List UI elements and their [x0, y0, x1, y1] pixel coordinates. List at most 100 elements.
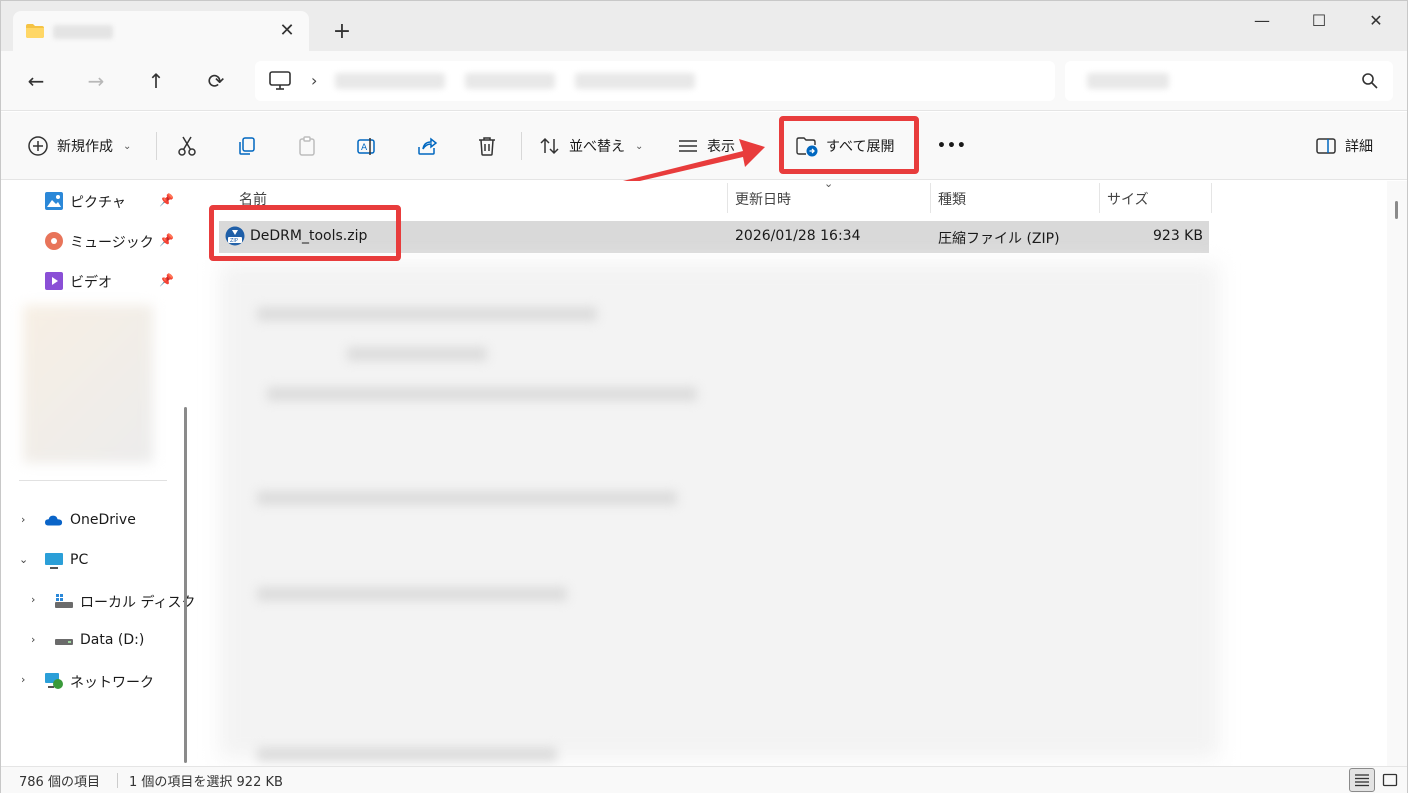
tab-close-button[interactable]: ✕ — [275, 19, 299, 43]
tiles-view-button[interactable] — [1377, 768, 1403, 792]
breadcrumb-redacted — [335, 73, 445, 89]
sidebar-divider — [19, 480, 167, 481]
redacted-row — [257, 587, 567, 601]
network-icon — [45, 673, 63, 689]
details-pane-button[interactable]: 詳細 — [1315, 132, 1373, 160]
details-label: 詳細 — [1345, 139, 1373, 155]
close-window-button[interactable]: ✕ — [1353, 7, 1399, 35]
view-list-icon — [679, 140, 697, 152]
redacted-row — [257, 747, 557, 761]
drive-icon — [55, 639, 73, 645]
pictures-icon — [45, 192, 63, 210]
sidebar-item-local-disk[interactable]: › ローカル ディスク — [1, 585, 195, 617]
address-row: ← → ↑ ⟳ › — [1, 51, 1407, 111]
sidebar-item-music[interactable]: ミュージック 📌 — [1, 225, 181, 257]
status-divider — [117, 773, 118, 788]
paste-icon — [299, 136, 315, 156]
extract-all-label: すべて展開 — [826, 139, 895, 155]
title-bar: ✕ + — ☐ ✕ — [1, 1, 1407, 51]
extract-all-button[interactable]: すべて展開 — [796, 132, 894, 160]
file-type: 圧縮ファイル (ZIP) — [938, 231, 1060, 247]
toolbar-divider — [156, 132, 157, 160]
scrollbar-thumb[interactable] — [1395, 201, 1398, 219]
chevron-right-icon[interactable]: › — [21, 513, 25, 526]
rename-button[interactable]: A — [353, 132, 381, 160]
pc-icon — [45, 553, 63, 569]
navigation-pane: ピクチャ 📌 ミュージック 📌 ビデオ 📌 › OneDrive ⌄ PC › … — [1, 181, 195, 766]
redacted-file-list — [219, 263, 1219, 759]
refresh-button[interactable]: ⟳ — [201, 66, 231, 96]
chevron-down-icon[interactable]: ⌄ — [19, 553, 28, 566]
more-options-button[interactable]: ••• — [937, 132, 967, 160]
rename-icon: A — [357, 138, 375, 155]
music-icon — [45, 232, 63, 250]
sidebar-item-onedrive[interactable]: › OneDrive — [1, 505, 181, 537]
minimize-button[interactable]: — — [1239, 7, 1285, 35]
chevron-down-icon: ⌄ — [745, 140, 754, 152]
copy-icon — [239, 137, 255, 155]
sort-label: 並べ替え — [569, 139, 625, 155]
sidebar-item-label: PC — [70, 552, 89, 568]
chevron-down-icon: ⌄ — [123, 140, 132, 152]
share-button[interactable] — [413, 132, 441, 160]
column-divider — [1211, 183, 1212, 213]
tab-title-redacted — [53, 25, 113, 39]
sidebar-item-network[interactable]: › ネットワーク — [1, 665, 181, 697]
svg-text:A: A — [361, 143, 368, 153]
sidebar-item-label: ネットワーク — [70, 675, 154, 691]
sort-button[interactable]: 並べ替え ⌄ — [539, 132, 643, 160]
pin-icon: 📌 — [159, 273, 174, 287]
list-view-icon — [1355, 774, 1369, 787]
column-header-type[interactable]: 種類 — [938, 185, 966, 215]
search-placeholder-redacted — [1087, 73, 1169, 89]
chevron-right-icon[interactable]: › — [31, 593, 35, 606]
tab-current-folder[interactable]: ✕ — [13, 11, 309, 51]
view-button[interactable]: 表示 ⌄ — [677, 132, 753, 160]
status-bar: 786 個の項目 1 個の項目を選択 922 KB — [1, 766, 1407, 793]
file-highlight-box — [209, 205, 401, 261]
sidebar-item-pictures[interactable]: ピクチャ 📌 — [1, 185, 181, 217]
trash-icon — [479, 137, 495, 156]
column-header-modified[interactable]: 更新日時 — [735, 185, 791, 215]
new-label: 新規作成 — [57, 139, 113, 155]
copy-button[interactable] — [233, 132, 261, 160]
breadcrumb-redacted — [575, 73, 695, 89]
sort-icon — [540, 137, 559, 155]
chevron-right-icon[interactable]: › — [21, 673, 25, 686]
redacted-row — [267, 387, 697, 401]
new-tab-button[interactable]: + — [329, 19, 355, 45]
pin-icon: 📌 — [159, 193, 174, 207]
search-icon — [1362, 73, 1378, 89]
selection-info: 1 個の項目を選択 922 KB — [129, 775, 283, 790]
address-bar[interactable]: › — [255, 61, 1055, 101]
breadcrumb-separator: › — [311, 71, 318, 90]
forward-button[interactable]: → — [81, 66, 111, 96]
scissors-icon — [178, 136, 196, 156]
monitor-icon — [269, 71, 291, 90]
column-header-size[interactable]: サイズ — [1107, 185, 1149, 215]
sidebar-item-label: OneDrive — [70, 512, 136, 528]
sidebar-item-pc[interactable]: ⌄ PC — [1, 545, 181, 577]
paste-button[interactable] — [293, 132, 321, 160]
sidebar-scrollbar[interactable] — [184, 407, 187, 763]
chevron-right-icon[interactable]: › — [31, 633, 35, 646]
cut-button[interactable] — [173, 132, 201, 160]
sidebar-item-data-drive[interactable]: › Data (D:) — [1, 625, 181, 657]
maximize-button[interactable]: ☐ — [1296, 7, 1342, 35]
item-count: 786 個の項目 — [19, 775, 100, 790]
sidebar-item-label: ローカル ディスク — [80, 595, 196, 611]
details-view-button[interactable] — [1349, 768, 1375, 792]
sidebar-item-label: ミュージック — [70, 235, 154, 251]
redacted-row — [347, 347, 487, 361]
sidebar-item-label: ビデオ — [70, 275, 112, 291]
command-bar: 新規作成 ⌄ A 並べ替え ⌄ 表示 ⌄ すべて展開 ••• 詳細 — [1, 112, 1407, 180]
search-input[interactable] — [1065, 61, 1393, 101]
folder-icon — [26, 24, 44, 38]
back-button[interactable]: ← — [21, 66, 51, 96]
up-button[interactable]: ↑ — [141, 66, 171, 96]
sidebar-item-label: Data (D:) — [80, 632, 145, 648]
sidebar-item-videos[interactable]: ビデオ 📌 — [1, 265, 181, 297]
file-list-scrollbar[interactable] — [1387, 181, 1407, 766]
delete-button[interactable] — [473, 132, 501, 160]
new-button[interactable]: 新規作成 ⌄ — [27, 132, 131, 160]
